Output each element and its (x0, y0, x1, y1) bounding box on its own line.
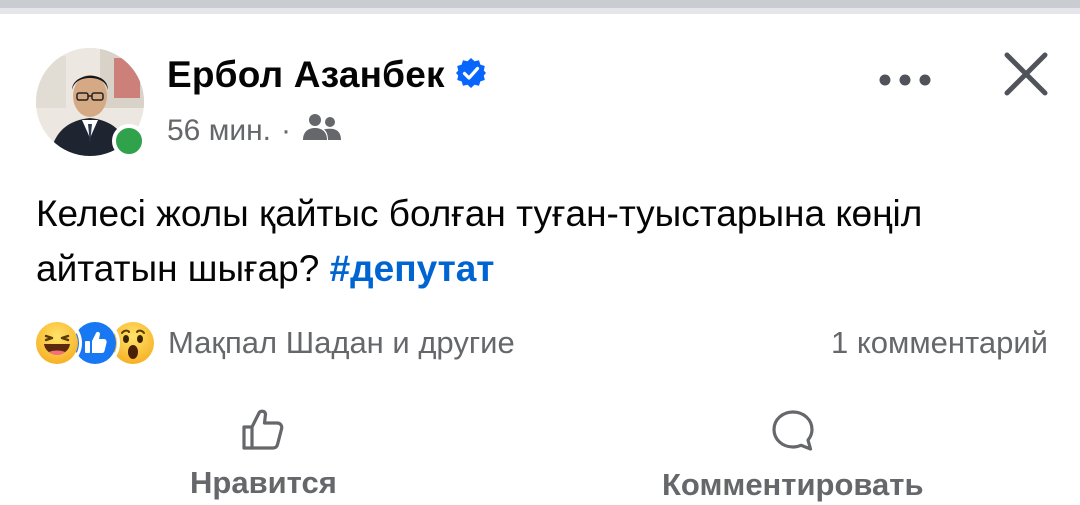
meta-separator: · (281, 114, 291, 147)
more-options-button[interactable] (870, 52, 940, 112)
verified-badge-icon (455, 57, 487, 94)
post-body: Келесі жолы қайтыс болған туған-туыстары… (36, 186, 1056, 296)
comment-button[interactable]: Комментировать (662, 408, 924, 503)
more-dots-icon (878, 73, 932, 92)
hide-post-button[interactable] (996, 46, 1056, 106)
author-row: Ербол Азанбек (167, 54, 487, 96)
reactors-text[interactable]: Мақпал Шадан и другие (168, 325, 515, 361)
reaction-icons (32, 318, 158, 368)
author-name[interactable]: Ербол Азанбек (167, 54, 445, 96)
hashtag-link[interactable]: #депутат (330, 248, 495, 289)
like-label: Нравится (190, 465, 337, 500)
post-timestamp[interactable]: 56 мин. (167, 114, 271, 148)
post-meta: 56 мин. · (167, 112, 343, 150)
thumbs-up-icon (240, 408, 286, 457)
haha-reaction-icon (32, 318, 82, 368)
close-icon (1003, 51, 1049, 102)
post-card: Ербол Азанбек 56 мин. · Келесі жолы қайт… (0, 14, 1080, 505)
comment-bubble-icon (770, 408, 816, 459)
comments-count[interactable]: 1 комментарий (831, 325, 1048, 361)
like-button[interactable]: Нравится (190, 408, 337, 501)
online-status-indicator (112, 124, 146, 158)
author-avatar[interactable] (36, 48, 146, 158)
comment-label: Комментировать (662, 467, 924, 502)
friends-icon (301, 112, 343, 150)
reactions-summary[interactable]: Мақпал Шадан и другие 1 комментарий (32, 318, 1048, 368)
